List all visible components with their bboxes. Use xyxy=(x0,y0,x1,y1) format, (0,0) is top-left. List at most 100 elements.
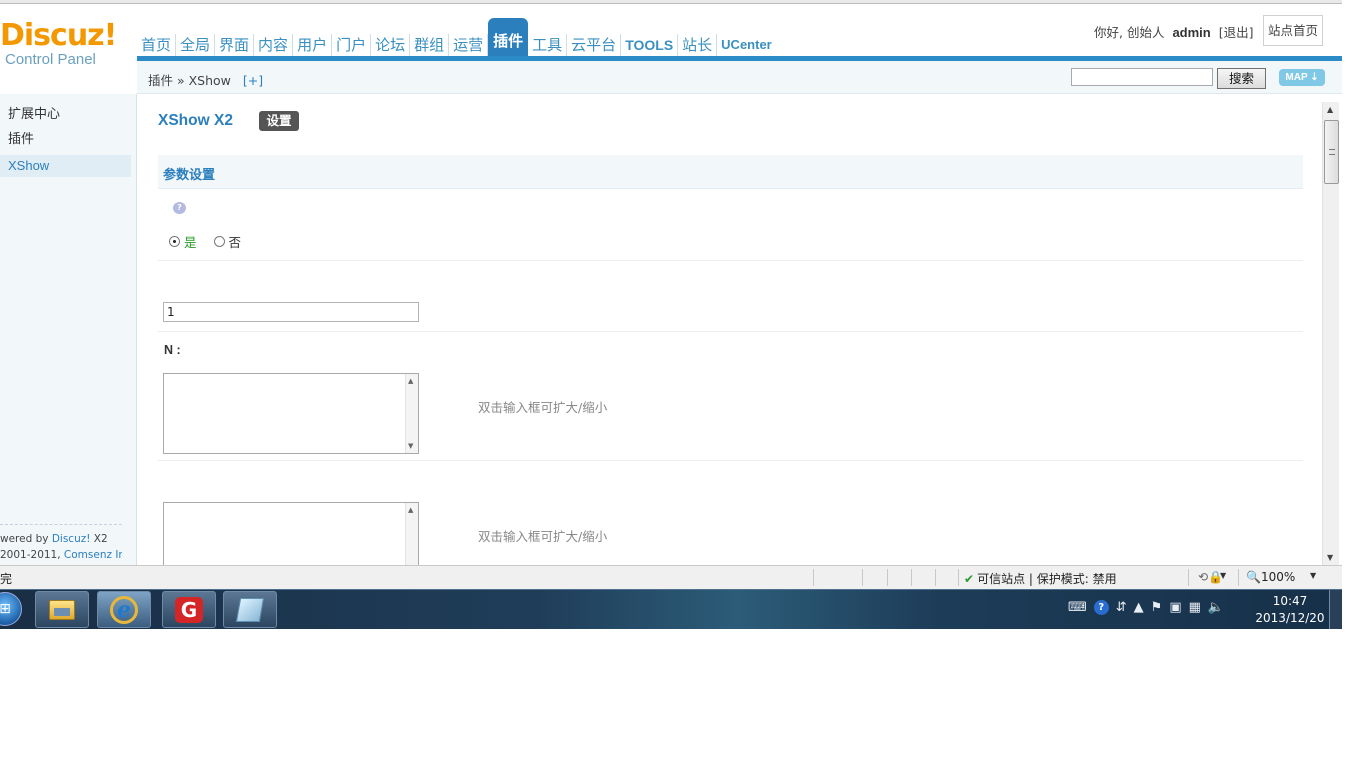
radio-yes-label[interactable]: 是 xyxy=(184,232,197,251)
divider xyxy=(158,460,1303,461)
scroll-down-icon[interactable]: ▼ xyxy=(1327,553,1333,562)
flag-icon[interactable]: ⚑ xyxy=(1151,600,1163,615)
network-icon[interactable]: ▦ xyxy=(1189,600,1201,615)
status-divider xyxy=(911,569,912,586)
radio-yes[interactable] xyxy=(169,236,180,247)
enable-radio-group: 是 否 xyxy=(169,232,241,251)
device-icon[interactable]: ▣ xyxy=(1169,600,1181,615)
divider xyxy=(158,260,1303,261)
user-info: 你好, 创始人 admin [退出] xyxy=(1094,22,1253,41)
status-divider xyxy=(887,569,888,586)
check-icon: ✔ xyxy=(964,572,975,586)
main-content: XShow X2 设置 参数设置 ? 是 否 1 N : ▲ ▼ 双击输入框可扩… xyxy=(138,94,1322,565)
zoom-control[interactable]: 🔍100% xyxy=(1246,570,1295,584)
browser-statusbar: 完 ✔ 可信站点 | 保护模式: 禁用 ⟲🔒 ▼ 🔍100% ▼ xyxy=(0,565,1342,589)
sidebar: 扩展中心 插件 XShow wered by Discuz! X2 2001-2… xyxy=(0,94,137,565)
folder-icon xyxy=(49,599,75,620)
language-icon[interactable]: ⇵ xyxy=(1116,600,1127,615)
search-input[interactable] xyxy=(1071,68,1213,86)
logout-link[interactable]: [退出] xyxy=(1219,25,1254,40)
textarea-scrollbar[interactable]: ▲ xyxy=(405,503,418,565)
footer-powered-by: wered by Discuz! X2 xyxy=(0,531,122,547)
section-title: 参数设置 xyxy=(163,168,216,183)
add-shortcut-link[interactable]: [+] xyxy=(243,73,263,88)
notepad-icon xyxy=(235,597,265,622)
status-divider xyxy=(1238,569,1239,586)
settings-button[interactable]: 设置 xyxy=(259,111,299,131)
scroll-down-icon[interactable]: ▼ xyxy=(408,442,413,450)
status-divider xyxy=(958,569,959,586)
chevron-up-icon[interactable]: ▲ xyxy=(1134,600,1144,615)
number-input[interactable]: 1 xyxy=(163,302,419,322)
scroll-up-icon[interactable]: ▲ xyxy=(408,506,413,514)
taskbar-app-red[interactable]: G xyxy=(162,591,216,628)
help-icon[interactable]: ? xyxy=(1093,600,1109,615)
footer-copyright: 2001-2011, Comsenz Inc. xyxy=(0,547,122,563)
footer-powered-text: wered by xyxy=(0,533,52,545)
site-home-button[interactable]: 站点首页 xyxy=(1263,15,1323,46)
logo-title: Discuz! xyxy=(0,18,117,53)
system-tray: ⌨ ? ⇵ ▲ ⚑ ▣ ▦ 🔈 xyxy=(1068,600,1224,615)
greeting: 你好, 创始人 xyxy=(1094,25,1165,40)
status-divider xyxy=(935,569,936,586)
grip-icon xyxy=(1329,149,1335,155)
screen: Discuz! Control Panel 首页 全局 界面 内容 用户 门户 … xyxy=(0,0,1342,629)
textarea-1-tip: 双击输入框可扩大/缩小 xyxy=(478,400,608,415)
radio-no[interactable] xyxy=(213,236,225,247)
nav-plugins[interactable]: 插件 xyxy=(488,18,529,60)
divider xyxy=(158,331,1303,332)
map-button[interactable]: MAP ⇣ xyxy=(1279,69,1325,86)
textarea-scrollbar[interactable]: ▲ ▼ xyxy=(405,374,418,453)
status-divider xyxy=(813,569,814,586)
volume-icon[interactable]: 🔈 xyxy=(1208,600,1224,615)
chevron-down-icon[interactable]: ▼ xyxy=(1310,571,1316,580)
scroll-up-icon[interactable]: ▲ xyxy=(1327,105,1333,114)
start-button[interactable]: ⊞ xyxy=(0,592,22,626)
clock-time: 10:47 xyxy=(1272,594,1308,608)
zoom-icon: 🔍 xyxy=(1246,570,1261,584)
sidebar-item-extensions[interactable]: 扩展中心 xyxy=(0,104,131,126)
discuz-link[interactable]: Discuz! xyxy=(52,533,91,545)
internet-explorer-icon: e xyxy=(110,595,138,624)
status-divider xyxy=(862,569,863,586)
radio-no-label[interactable]: 否 xyxy=(229,232,242,251)
clock-date: 2013/12/20 xyxy=(1255,611,1325,625)
header: Discuz! Control Panel 首页 全局 界面 内容 用户 门户 … xyxy=(0,4,1342,68)
taskbar-explorer[interactable] xyxy=(35,591,89,628)
username: admin xyxy=(1172,25,1211,40)
footer-years: 2001-2011, xyxy=(0,549,64,561)
status-divider xyxy=(1188,569,1189,586)
section-header: 参数设置 xyxy=(158,155,1303,189)
red-app-icon: G xyxy=(175,596,203,623)
sidebar-footer: wered by Discuz! X2 2001-2011, Comsenz I… xyxy=(0,524,122,563)
help-icon[interactable]: ? xyxy=(173,202,186,214)
status-text: 完 xyxy=(0,572,13,586)
security-zone-text: 可信站点 | 保护模式: 禁用 xyxy=(977,572,1117,586)
textarea-2[interactable]: ▲ xyxy=(163,502,419,565)
security-zone[interactable]: ✔ 可信站点 | 保护模式: 禁用 xyxy=(964,570,1117,587)
subheader: 插件 » XShow [+] 搜索 MAP ⇣ xyxy=(137,61,1342,94)
sidebar-item-plugins[interactable]: 插件 xyxy=(0,129,131,151)
sidebar-item-xshow[interactable]: XShow xyxy=(0,155,131,177)
field-label-n: N : xyxy=(164,343,181,357)
comsenz-link[interactable]: Comsenz Inc. xyxy=(64,549,122,561)
clock[interactable]: 10:47 2013/12/20 xyxy=(1255,593,1325,627)
chevron-down-icon[interactable]: ▼ xyxy=(1220,571,1226,580)
search-button[interactable]: 搜索 xyxy=(1217,68,1266,89)
footer-version: X2 xyxy=(90,533,108,545)
page-title: XShow X2 xyxy=(158,112,233,129)
taskbar-notepad[interactable] xyxy=(223,591,277,628)
keyboard-icon[interactable]: ⌨ xyxy=(1068,600,1087,615)
textarea-2-tip: 双击输入框可扩大/缩小 xyxy=(478,529,608,544)
scroll-up-icon[interactable]: ▲ xyxy=(408,377,413,385)
taskbar-ie[interactable]: e xyxy=(97,591,151,628)
zoom-level: 100% xyxy=(1260,570,1296,584)
main-nav: 首页 全局 界面 内容 用户 门户 论坛 群组 运营 插件 工具 云平台 TOO… xyxy=(137,18,776,60)
scrollbar-thumb[interactable] xyxy=(1324,120,1339,184)
textarea-1[interactable]: ▲ ▼ xyxy=(163,373,419,454)
taskbar: ⊞ e G ⌨ ? ⇵ ▲ ⚑ ▣ ▦ 🔈 10:47 2013/12/20 xyxy=(0,589,1342,629)
show-desktop-button[interactable] xyxy=(1329,590,1342,629)
page-scrollbar[interactable]: ▲ ▼ xyxy=(1322,102,1339,565)
breadcrumb: 插件 » XShow [+] xyxy=(148,70,263,89)
logo[interactable]: Discuz! Control Panel xyxy=(0,20,137,68)
